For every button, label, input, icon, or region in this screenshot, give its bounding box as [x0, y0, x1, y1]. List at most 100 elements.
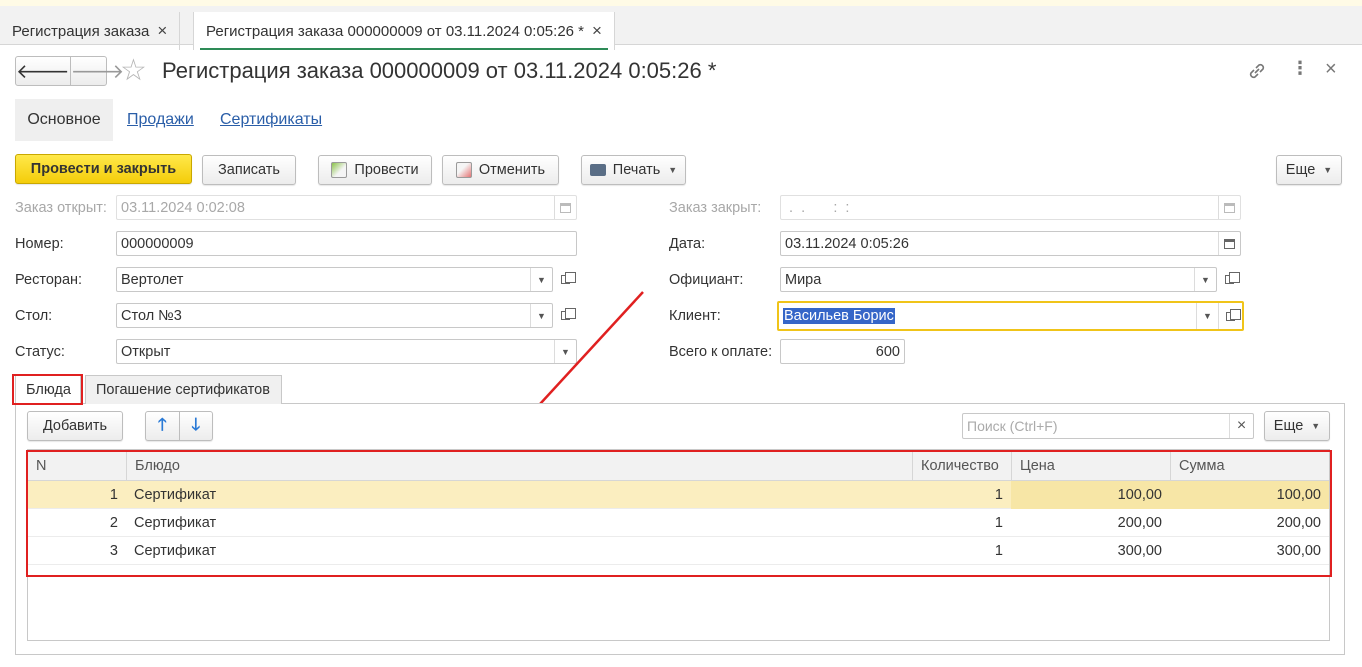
window-tab-order-9[interactable]: Регистрация заказа 000000009 от 03.11.20… — [193, 12, 615, 50]
cell-dish: Сертификат — [134, 515, 217, 531]
column-header-quantity[interactable]: Количество — [912, 450, 1011, 481]
nav-buttons: 🡐 🡒 — [15, 56, 124, 86]
forward-arrow-icon[interactable]: 🡒 — [69, 57, 124, 85]
cell-quantity: 1 — [994, 515, 1003, 531]
cell-n: 3 — [109, 543, 118, 559]
order-opened-value: 03.11.2024 0:02:08 — [121, 199, 245, 216]
chevron-down-icon[interactable]: ▼ — [1196, 303, 1218, 329]
total-value: 600 — [875, 343, 900, 360]
column-header-price[interactable]: Цена — [1011, 450, 1170, 481]
date-label: Дата: — [669, 236, 706, 252]
status-field[interactable]: Открыт ▼ — [116, 339, 577, 364]
tab-label: Регистрация заказа — [12, 22, 150, 40]
client-field[interactable]: Васильев Борис ▼ — [777, 301, 1244, 331]
section-tab-main[interactable]: Основное — [15, 99, 113, 141]
print-button-label: Печать — [612, 162, 661, 178]
client-label: Клиент: — [669, 308, 721, 324]
cancel-post-button[interactable]: Отменить — [442, 155, 559, 185]
star-icon[interactable]: ☆ — [120, 56, 147, 86]
status-value: Открыт — [121, 343, 171, 360]
search-input[interactable]: Поиск (Ctrl+F) × — [962, 413, 1254, 439]
dishes-table: N Блюдо Количество Цена Сумма 1 Сертифик… — [27, 449, 1330, 641]
calendar-icon[interactable] — [1218, 232, 1240, 255]
link-icon[interactable] — [1246, 60, 1268, 87]
move-up-icon[interactable]: 🡑 — [146, 412, 179, 441]
order-opened-field: 03.11.2024 0:02:08 — [116, 195, 577, 220]
move-buttons: 🡑 🡓 — [145, 411, 213, 441]
table-row[interactable]: 2 Сертификат 1 200,00 200,00 — [28, 509, 1329, 537]
total-field: 600 — [780, 339, 905, 364]
more-button-label: Еще — [1285, 162, 1316, 178]
list-more-button[interactable]: Еще ▼ — [1264, 411, 1330, 441]
chevron-down-icon: ▼ — [1311, 421, 1321, 431]
open-waiter-icon[interactable] — [1218, 267, 1240, 292]
cell-price: 200,00 — [1117, 515, 1162, 531]
order-closed-field: . . : : — [780, 195, 1241, 220]
open-client-icon[interactable] — [1218, 303, 1242, 329]
restaurant-label: Ресторан: — [15, 272, 83, 288]
table-value: Стол №3 — [121, 307, 182, 324]
search-placeholder: Поиск (Ctrl+F) — [967, 418, 1058, 434]
section-link-sales[interactable]: Продажи — [127, 99, 194, 141]
restaurant-value: Вертолет — [121, 271, 184, 288]
status-label: Статус: — [15, 344, 65, 360]
waiter-field[interactable]: Мира ▼ — [780, 267, 1217, 292]
total-label: Всего к оплате: — [669, 344, 773, 360]
tab-dishes[interactable]: Блюда — [15, 375, 81, 404]
number-label: Номер: — [15, 236, 64, 252]
date-value: 03.11.2024 0:05:26 — [785, 235, 909, 252]
cell-sum: 200,00 — [1276, 515, 1321, 531]
waiter-value: Мира — [785, 271, 822, 288]
restaurant-field[interactable]: Вертолет ▼ — [116, 267, 553, 292]
post-document-icon — [331, 162, 348, 178]
page-title: Регистрация заказа 000000009 от 03.11.20… — [162, 58, 717, 83]
close-icon[interactable]: × — [592, 21, 602, 41]
save-button[interactable]: Записать — [202, 155, 296, 185]
post-button-label: Провести — [354, 162, 419, 178]
more-icon[interactable]: ⋮ — [1291, 58, 1309, 79]
print-button[interactable]: Печать ▼ — [581, 155, 686, 185]
number-value: 000000009 — [121, 235, 194, 252]
close-icon[interactable]: × — [157, 21, 167, 41]
add-button[interactable]: Добавить — [27, 411, 123, 441]
tab-certificate-redemption[interactable]: Погашение сертификатов — [85, 375, 282, 404]
cell-n: 2 — [109, 515, 118, 531]
cell-price: 300,00 — [1117, 543, 1162, 559]
clear-icon[interactable]: × — [1229, 414, 1253, 438]
table-label: Стол: — [15, 308, 53, 324]
table-header: N Блюдо Количество Цена Сумма — [28, 450, 1329, 481]
cancel-document-icon — [455, 162, 472, 178]
table-row[interactable]: 1 Сертификат 1 100,00 100,00 — [28, 481, 1329, 509]
cell-sum: 100,00 — [1170, 481, 1329, 509]
number-field[interactable]: 000000009 — [116, 231, 577, 256]
chevron-down-icon: ▼ — [668, 165, 678, 175]
chevron-down-icon[interactable]: ▼ — [1194, 268, 1216, 291]
column-header-n[interactable]: N — [28, 450, 126, 481]
column-header-sum[interactable]: Сумма — [1170, 450, 1329, 481]
section-link-certificates[interactable]: Сертификаты — [220, 99, 322, 141]
cancel-button-label: Отменить — [478, 162, 546, 178]
cell-dish: Сертификат — [134, 543, 217, 559]
close-icon[interactable]: × — [1325, 58, 1337, 81]
order-closed-value: . . : : — [785, 199, 850, 216]
table-row[interactable]: 3 Сертификат 1 300,00 300,00 — [28, 537, 1329, 565]
more-button[interactable]: Еще ▼ — [1276, 155, 1342, 185]
cell-n: 1 — [109, 487, 118, 503]
table-field[interactable]: Стол №3 ▼ — [116, 303, 553, 328]
date-field[interactable]: 03.11.2024 0:05:26 — [780, 231, 1241, 256]
post-button[interactable]: Провести — [318, 155, 432, 185]
window-tab-order-registration[interactable]: Регистрация заказа × — [0, 12, 181, 50]
post-and-close-button[interactable]: Провести и закрыть — [15, 154, 192, 184]
client-value: Васильев Борис — [783, 308, 895, 324]
column-header-dish[interactable]: Блюдо — [126, 450, 912, 481]
cell-quantity: 1 — [994, 487, 1003, 503]
order-closed-label: Заказ закрыт: — [669, 200, 762, 216]
list-more-label: Еще — [1273, 418, 1304, 434]
cell-dish: Сертификат — [134, 487, 217, 503]
waiter-label: Официант: — [669, 272, 744, 288]
back-arrow-icon[interactable]: 🡐 — [16, 57, 70, 85]
move-down-icon[interactable]: 🡓 — [178, 411, 213, 441]
printer-icon — [589, 164, 606, 176]
window-tab-strip: Регистрация заказа × Регистрация заказа … — [0, 0, 1362, 50]
chevron-down-icon: ▼ — [1323, 165, 1333, 175]
